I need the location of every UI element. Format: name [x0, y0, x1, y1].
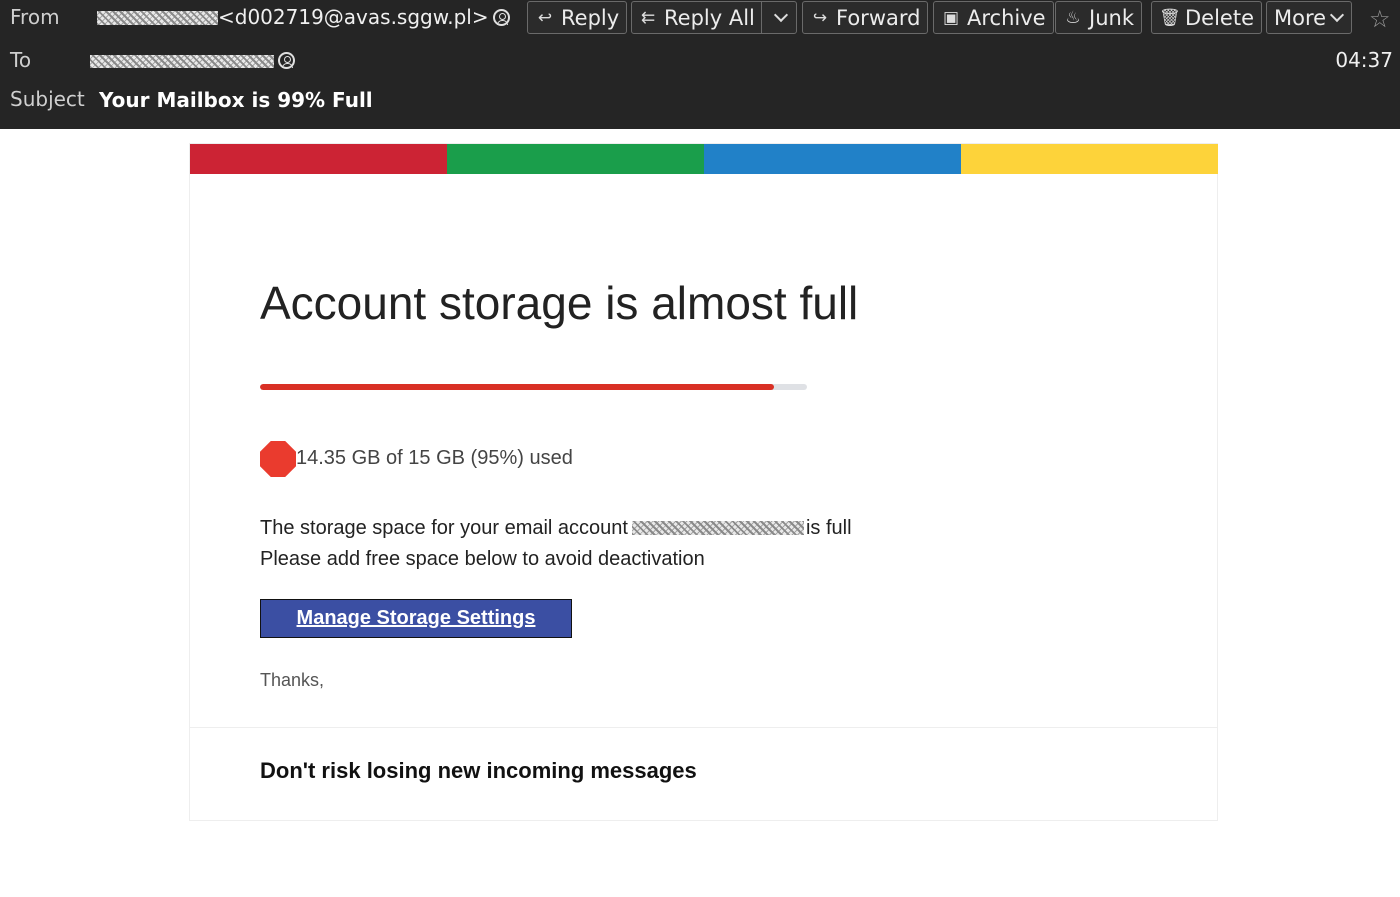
subject-value: Your Mailbox is 99% Full [99, 88, 373, 112]
message-header: From <d002719@avas.sggw.pl> ↩ Reply ⇇ Repl… [0, 0, 1400, 129]
brand-bar-blue [704, 144, 961, 174]
reply-icon: ↩ [537, 7, 553, 28]
reply-label: Reply [561, 5, 620, 30]
brand-color-bar [190, 144, 1218, 174]
reply-all-label: Reply All [664, 5, 755, 30]
section-divider [190, 727, 1217, 728]
from-address: <d002719@avas.sggw.pl> [218, 5, 489, 29]
forward-icon: ↪ [812, 7, 828, 28]
reply-all-icon: ⇇ [640, 7, 656, 28]
storage-progress-bar [260, 384, 807, 390]
from-row: From <d002719@avas.sggw.pl> ↩ Reply ⇇ Repl… [0, 0, 1400, 36]
email-title: Account storage is almost full [260, 277, 859, 329]
from-label: From [10, 5, 60, 29]
more-label: More [1274, 5, 1327, 30]
chevron-down-icon [1329, 7, 1345, 22]
body-line-2: Please add free space below to avoid dea… [260, 548, 705, 570]
subject-label: Subject [10, 87, 85, 111]
reply-all-dropdown[interactable] [760, 2, 796, 33]
to-value[interactable] [90, 48, 295, 72]
reply-all-button[interactable]: ⇇ Reply All [632, 2, 761, 33]
flame-icon: ♨ [1065, 7, 1081, 28]
redacted-sender-name [97, 11, 218, 25]
redacted-recipient [90, 55, 274, 68]
to-row: To 04:37 [0, 44, 1400, 80]
brand-bar-red [190, 144, 447, 174]
to-label: To [10, 48, 32, 72]
stop-sign-icon [260, 441, 296, 477]
archive-button[interactable]: ▣ Archive [933, 1, 1054, 34]
brand-bar-yellow [961, 144, 1218, 174]
junk-button[interactable]: ♨ Junk [1055, 1, 1142, 34]
storage-progress-fill [260, 384, 775, 390]
reply-all-button-group: ⇇ Reply All [631, 1, 797, 34]
email-card: Account storage is almost full 14.35 GB … [189, 143, 1218, 821]
archive-label: Archive [967, 5, 1046, 30]
reply-button[interactable]: ↩ Reply [527, 1, 628, 34]
body-line-1-start: The storage space for your email account [260, 517, 628, 539]
delete-button[interactable]: 🗑 Delete [1151, 1, 1262, 34]
thanks-text: Thanks, [260, 670, 325, 690]
message-time: 04:37 [1335, 48, 1393, 72]
redacted-account-email [631, 521, 804, 535]
body-line-1-end: is full [805, 517, 852, 539]
manage-storage-button[interactable]: Manage Storage Settings [260, 599, 572, 638]
archive-icon: ▣ [942, 7, 960, 28]
more-button[interactable]: More [1266, 1, 1353, 34]
trash-icon: 🗑 [1159, 7, 1181, 28]
from-value[interactable]: <d002719@avas.sggw.pl> [97, 5, 510, 29]
contact-icon[interactable] [278, 52, 295, 69]
contact-icon[interactable] [492, 9, 510, 26]
footer-heading: Don't risk losing new incoming messages [260, 758, 697, 783]
junk-label: Junk [1089, 5, 1134, 30]
forward-button[interactable]: ↪ Forward [802, 1, 929, 34]
chevron-down-icon [773, 7, 788, 22]
brand-bar-green [447, 144, 704, 174]
star-icon[interactable]: ☆ [1369, 5, 1391, 33]
usage-text: 14.35 GB of 15 GB (95%) used [296, 447, 573, 469]
delete-label: Delete [1185, 5, 1254, 30]
forward-label: Forward [836, 5, 921, 30]
subject-row: Subject Your Mailbox is 99% Full [0, 84, 1400, 120]
body-line-1: The storage space for your email account… [260, 517, 852, 540]
